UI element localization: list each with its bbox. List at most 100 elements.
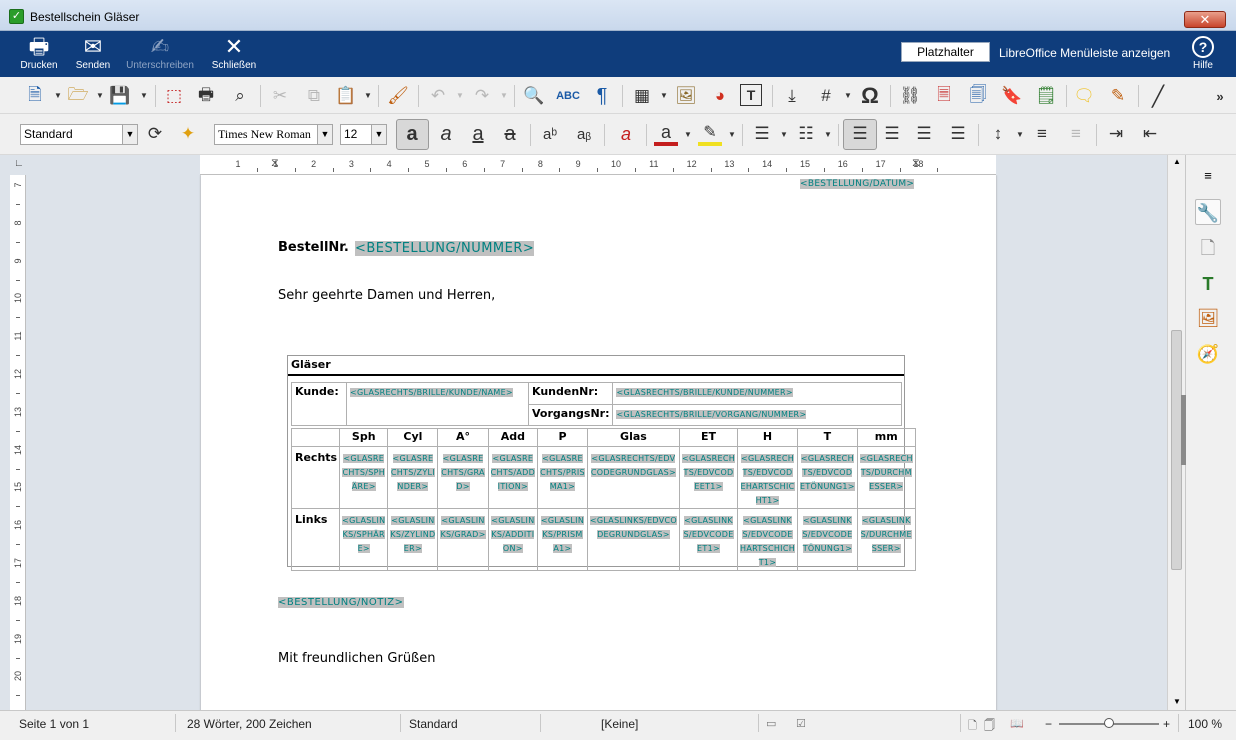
cell-field[interactable]: <GLASLINK S/DURCHME SSER> bbox=[860, 516, 912, 553]
insert-page-break-icon[interactable]: ⤓ bbox=[780, 84, 804, 108]
zoom-in-button[interactable]: + bbox=[1163, 717, 1170, 731]
table-cell[interactable]: <GLASRE CHTS/GRA D> bbox=[437, 446, 489, 509]
print-preview-icon[interactable]: ⌕ bbox=[228, 84, 252, 108]
cell-field[interactable]: <GLASLINKS/EDVCO DEGRUNDGLAS> bbox=[589, 516, 678, 539]
toolbar-overflow-icon[interactable]: » bbox=[1208, 84, 1232, 108]
update-style-icon[interactable]: ⟳ bbox=[143, 122, 167, 146]
insert-field-icon[interactable]: # bbox=[814, 84, 838, 108]
find-replace-icon[interactable]: 🔍 bbox=[522, 84, 546, 108]
italic-icon[interactable]: a bbox=[434, 122, 458, 146]
line-spacing-icon[interactable]: ↕ bbox=[986, 122, 1010, 146]
bestellnr-field[interactable]: <BESTELLUNG/NUMMER> bbox=[355, 241, 535, 256]
undo-icon[interactable]: ↶ bbox=[426, 84, 450, 108]
cell-field[interactable]: <GLASLIN KS/ADDITI ON> bbox=[491, 516, 535, 553]
undo-dropdown-icon[interactable]: ▼ bbox=[456, 91, 464, 100]
cell-field[interactable]: <GLASRE CHTS/PRIS MA1> bbox=[540, 454, 585, 491]
justify-icon[interactable]: ☰ bbox=[946, 122, 970, 146]
help-button[interactable]: ? Hilfe bbox=[1190, 36, 1216, 71]
insert-textbox-icon[interactable]: T bbox=[740, 84, 762, 106]
field-dropdown-icon[interactable]: ▼ bbox=[844, 91, 852, 100]
send-button[interactable]: ✉ Senden bbox=[72, 35, 114, 72]
paste-dropdown-icon[interactable]: ▼ bbox=[364, 91, 372, 100]
cell-field[interactable]: <GLASLIN KS/PRISM A1> bbox=[540, 516, 585, 553]
table-cell[interactable]: <GLASLINK S/EDVCODE ET1> bbox=[679, 508, 739, 571]
special-character-icon[interactable]: Ω bbox=[858, 83, 882, 108]
cell-field[interactable]: <GLASLINK S/EDVCODE HARTSCHICH T1> bbox=[740, 516, 796, 567]
cell-field[interactable]: <GLASRECHTS/EDV CODEGRUNDGLAS> bbox=[590, 454, 677, 477]
window-close-button[interactable]: ✕ bbox=[1184, 11, 1226, 28]
scroll-up-icon[interactable]: ▲ bbox=[1173, 157, 1181, 166]
insert-bookmark-icon[interactable]: 🔖 bbox=[1000, 84, 1024, 108]
numbered-dropdown-icon[interactable]: ▼ bbox=[824, 130, 832, 139]
right-indent-marker-icon[interactable]: ⧖ bbox=[912, 157, 920, 170]
save-dropdown-icon[interactable]: ▼ bbox=[140, 91, 148, 100]
table-cell[interactable]: <GLASLIN KS/GRAD> bbox=[437, 508, 489, 571]
increase-paragraph-spacing-icon[interactable]: ≡ bbox=[1030, 122, 1054, 146]
cell-field[interactable]: <GLASLIN KS/SPHÄR E> bbox=[342, 516, 386, 553]
copy-icon[interactable]: ⧉ bbox=[302, 84, 326, 108]
table-cell[interactable]: <GLASLIN KS/SPHÄR E> bbox=[339, 508, 389, 571]
page-count[interactable]: Seite 1 von 1 bbox=[19, 717, 89, 731]
font-size-combo[interactable]: 12 ▼ bbox=[340, 124, 387, 145]
new-dropdown-icon[interactable]: ▼ bbox=[54, 91, 62, 100]
datum-field[interactable]: <BESTELLUNG/DATUM> bbox=[800, 179, 915, 189]
scroll-down-icon[interactable]: ▼ bbox=[1173, 697, 1181, 706]
sidebar-collapse-handle[interactable] bbox=[1181, 395, 1186, 465]
vorgangsnr-field[interactable]: <GLASRECHTS/BRILLE/VORGANG/NUMMER> bbox=[616, 409, 807, 419]
zoom-out-button[interactable]: − bbox=[1045, 717, 1052, 731]
vertical-ruler[interactable]: 7 8 9 10 11 12 13 14 15 16 17 18 19 20 bbox=[10, 175, 26, 710]
cell-field[interactable]: <GLASLINK S/EDVCODE TÖNUNG1> bbox=[802, 516, 853, 553]
zoom-slider-knob[interactable] bbox=[1104, 718, 1114, 728]
cell-field[interactable]: <GLASRE CHTS/SPH ÄRE> bbox=[342, 454, 386, 491]
kundennr-cell[interactable]: <GLASRECHTS/BRILLE/KUNDE/NUMMER> bbox=[612, 382, 902, 405]
table-cell[interactable]: <GLASRE CHTS/SPH ÄRE> bbox=[339, 446, 389, 509]
cell-field[interactable]: <GLASRE CHTS/GRA D> bbox=[441, 454, 485, 491]
close-document-button[interactable]: ✕ Schließen bbox=[208, 35, 260, 72]
new-document-icon[interactable]: 🗎 bbox=[23, 84, 47, 108]
table-dropdown-icon[interactable]: ▼ bbox=[660, 91, 668, 100]
open-dropdown-icon[interactable]: ▼ bbox=[96, 91, 104, 100]
cell-field[interactable]: <GLASRE CHTS/ZYLI NDER> bbox=[390, 454, 435, 491]
print-button[interactable]: 🖶 Drucken bbox=[18, 35, 60, 72]
vorgangsnr-cell[interactable]: <GLASRECHTS/BRILLE/VORGANG/NUMMER> bbox=[612, 403, 902, 426]
multi-page-view-icon[interactable]: 🗍 bbox=[984, 717, 995, 736]
insert-table-icon[interactable]: ▦ bbox=[630, 84, 654, 108]
sidebar-menu-icon[interactable]: ≡ bbox=[1195, 163, 1221, 189]
formatting-marks-icon[interactable]: ¶ bbox=[590, 84, 614, 108]
redo-icon[interactable]: ↷ bbox=[470, 84, 494, 108]
track-changes-icon[interactable]: ✎ bbox=[1106, 84, 1130, 108]
open-folder-icon[interactable]: 🗁 bbox=[66, 84, 90, 108]
highlight-icon[interactable]: ✎ bbox=[698, 122, 722, 146]
table-cell[interactable]: <GLASRECH TS/EDVCOD EHARTSCHIC HT1> bbox=[737, 446, 799, 509]
page-icon[interactable]: 🗋 bbox=[1195, 235, 1221, 261]
kunde-name-cell[interactable]: <GLASRECHTS/BRILLE/KUNDE/NAME> bbox=[346, 382, 529, 426]
superscript-icon[interactable]: aᵇ bbox=[538, 122, 562, 146]
insert-image-icon[interactable]: 🖼 bbox=[674, 84, 698, 108]
word-count[interactable]: 28 Wörter, 200 Zeichen bbox=[187, 717, 312, 731]
new-style-icon[interactable]: ✦ bbox=[176, 122, 200, 146]
increase-indent-icon[interactable]: ⇥ bbox=[1104, 122, 1128, 146]
underline-icon[interactable]: a bbox=[466, 122, 490, 146]
kunde-name-field[interactable]: <GLASRECHTS/BRILLE/KUNDE/NAME> bbox=[350, 388, 513, 397]
font-name-combo[interactable]: Times New Roman ▼ bbox=[214, 124, 333, 145]
properties-wrench-icon[interactable]: 🔧 bbox=[1195, 199, 1221, 225]
align-left-icon[interactable]: ☰ bbox=[848, 122, 872, 146]
table-cell[interactable]: <GLASLINKS/EDVCO DEGRUNDGLAS> bbox=[586, 508, 681, 571]
cell-field[interactable]: <GLASLINK S/EDVCODE ET1> bbox=[683, 516, 734, 553]
decrease-indent-icon[interactable]: ⇤ bbox=[1138, 122, 1162, 146]
insert-comment-icon[interactable]: 🗨 bbox=[1072, 84, 1096, 108]
highlight-dropdown-icon[interactable]: ▼ bbox=[728, 130, 736, 139]
placeholder-button[interactable]: Platzhalter bbox=[901, 42, 990, 62]
cell-field[interactable]: <GLASRECH TS/DURCHM ESSER> bbox=[859, 454, 913, 491]
language-status[interactable]: [Keine] bbox=[601, 717, 638, 731]
font-color-icon[interactable]: a bbox=[654, 122, 678, 146]
insert-mode-icon[interactable]: ▭ bbox=[766, 717, 776, 730]
decrease-paragraph-spacing-icon[interactable]: ≡ bbox=[1064, 122, 1088, 146]
notiz-field[interactable]: <BESTELLUNG/NOTIZ> bbox=[278, 597, 404, 608]
selection-mode-icon[interactable]: ☑ bbox=[796, 717, 806, 730]
bold-icon[interactable]: a bbox=[400, 122, 424, 146]
insert-footnote-icon[interactable]: 🗏 bbox=[932, 84, 956, 108]
table-cell[interactable]: <GLASLIN KS/PRISM A1> bbox=[537, 508, 588, 571]
insert-hyperlink-icon[interactable]: ⛓ bbox=[898, 84, 922, 108]
styles-icon[interactable]: T bbox=[1195, 271, 1221, 297]
